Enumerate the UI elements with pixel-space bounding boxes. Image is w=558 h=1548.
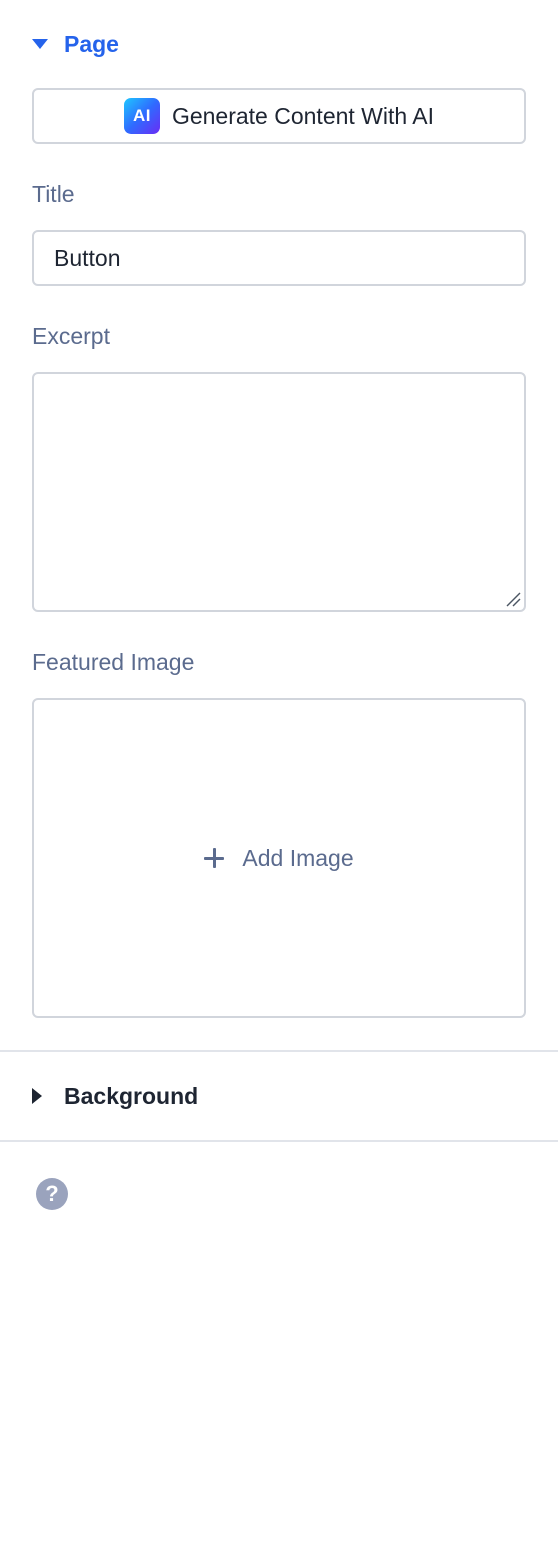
generate-content-ai-label: Generate Content With AI bbox=[171, 102, 435, 129]
section-divider bbox=[0, 1140, 558, 1142]
excerpt-label: Excerpt bbox=[32, 323, 110, 349]
background-section-title: Background bbox=[64, 1082, 199, 1109]
question-circle-icon[interactable]: ? bbox=[36, 1178, 68, 1210]
page-section-toggle[interactable]: Page bbox=[32, 28, 119, 60]
caret-right-icon bbox=[32, 1088, 42, 1104]
title-label: Title bbox=[32, 181, 75, 207]
page-settings-panel: Page AI Generate Content With AI Title E… bbox=[0, 0, 558, 1548]
plus-icon bbox=[204, 848, 225, 868]
page-section-title: Page bbox=[64, 30, 119, 57]
add-image-dropzone[interactable]: Add Image bbox=[32, 698, 526, 1018]
excerpt-textarea[interactable] bbox=[32, 372, 526, 612]
ai-icon: AI bbox=[123, 98, 160, 134]
background-section-toggle[interactable]: Background bbox=[32, 1080, 198, 1112]
section-divider bbox=[0, 1050, 558, 1052]
add-image-label: Add Image bbox=[242, 844, 354, 871]
caret-down-icon bbox=[32, 39, 48, 49]
title-input[interactable] bbox=[32, 230, 526, 286]
generate-content-ai-button[interactable]: AI Generate Content With AI bbox=[32, 88, 526, 144]
featured-image-label: Featured Image bbox=[32, 649, 195, 675]
resize-grip-icon[interactable] bbox=[505, 591, 521, 607]
